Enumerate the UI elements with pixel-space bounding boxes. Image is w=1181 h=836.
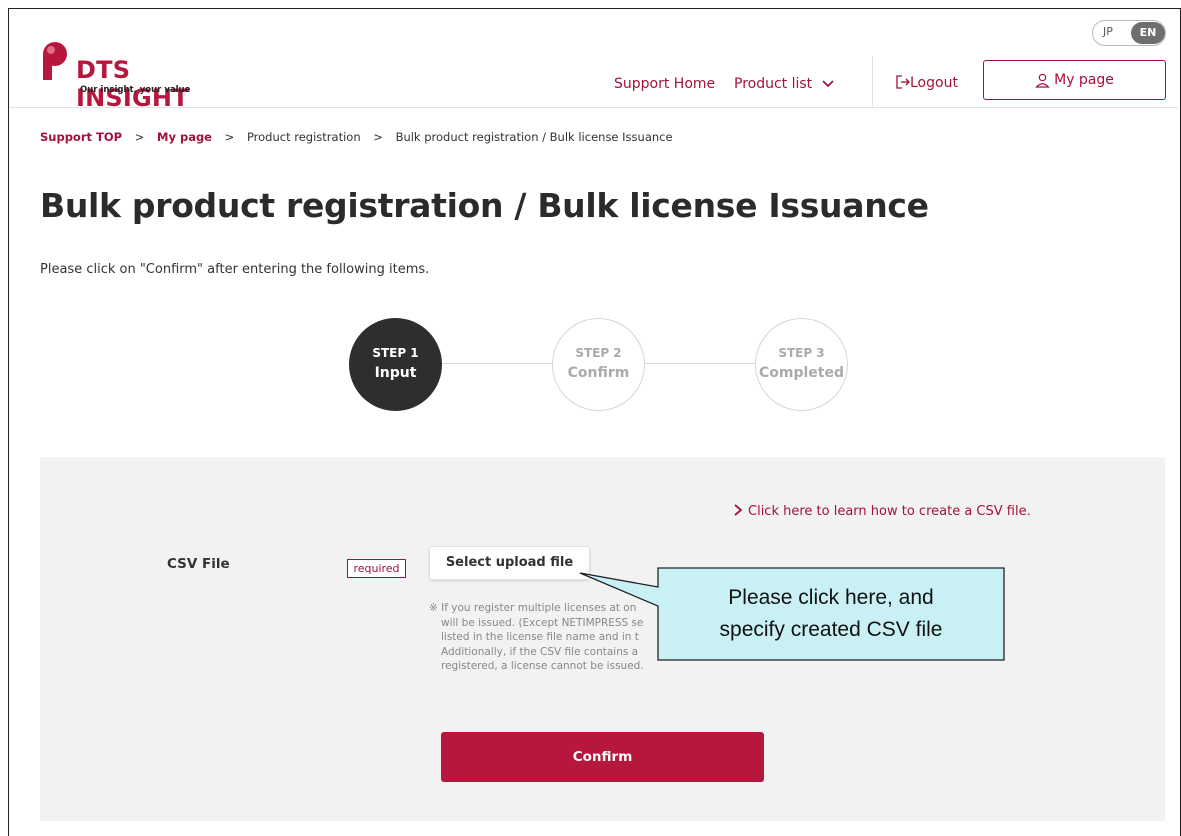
callout-text: Please click here, and specify created C… bbox=[658, 568, 1004, 660]
callout-bubble bbox=[579, 567, 1005, 661]
callout-line-2: specify created CSV file bbox=[719, 618, 943, 641]
callout-line-1: Please click here, and bbox=[728, 586, 934, 609]
